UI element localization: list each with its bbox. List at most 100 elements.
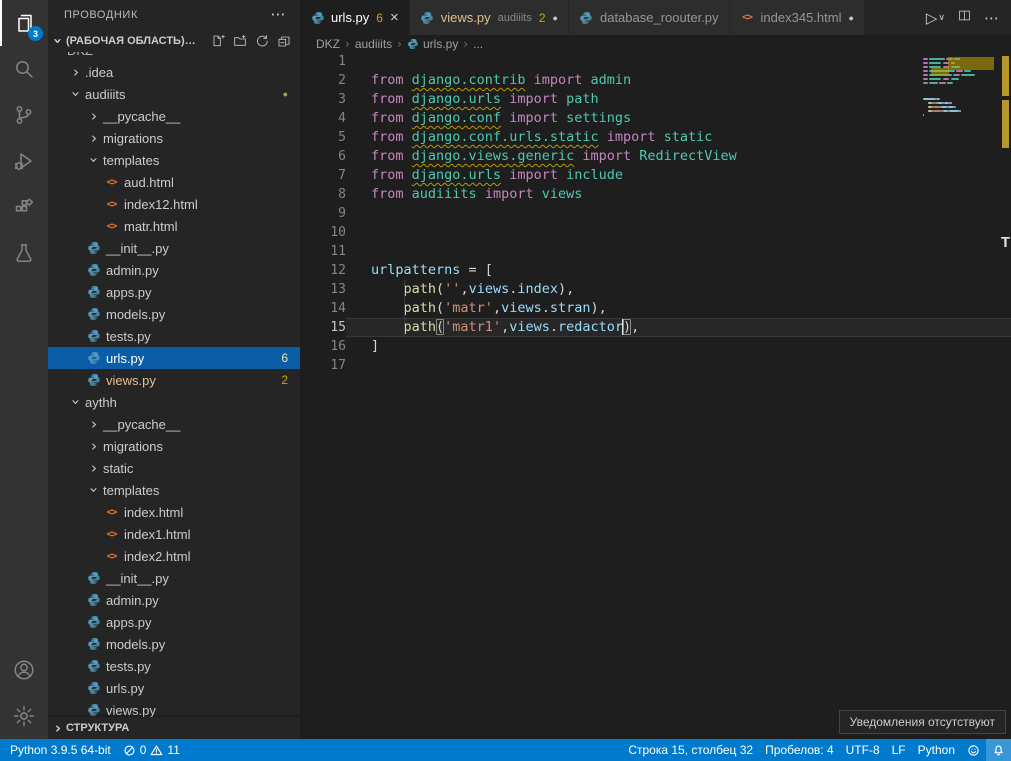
- tree-item-.idea[interactable]: ›.idea: [48, 61, 300, 83]
- refresh-explorer-button[interactable]: [254, 33, 270, 49]
- tree-item-apps.py[interactable]: apps.py: [48, 281, 300, 303]
- tree-item-admin.py[interactable]: admin.py: [48, 589, 300, 611]
- activity-explorer[interactable]: 3: [0, 0, 48, 46]
- tree-item-index.html[interactable]: <>index.html: [48, 501, 300, 523]
- line-content: urlpatterns = [: [346, 261, 1011, 280]
- activity-search[interactable]: [0, 46, 48, 92]
- tree-item-aythh[interactable]: ›aythh: [48, 391, 300, 413]
- tree-item-migrations[interactable]: ›migrations: [48, 127, 300, 149]
- tree-item-views.py[interactable]: views.py: [48, 699, 300, 717]
- code-line-14[interactable]: 14 path('matr',views.stran),: [300, 299, 1011, 318]
- tree-item-models.py[interactable]: models.py: [48, 303, 300, 325]
- tree-item-static[interactable]: ›static: [48, 457, 300, 479]
- code-line-2[interactable]: 2from django.contrib import admin: [300, 71, 1011, 90]
- tab-urls.py[interactable]: urls.py6×: [300, 0, 410, 35]
- code-line-1[interactable]: 1: [300, 52, 1011, 71]
- tree-item-urls.py[interactable]: urls.py6: [48, 347, 300, 369]
- tree-item-apps.py[interactable]: apps.py: [48, 611, 300, 633]
- code-line-7[interactable]: 7from django.urls import include: [300, 166, 1011, 185]
- code-line-15[interactable]: 15 path('matr1',views.redactor),: [300, 318, 1011, 337]
- tree-item-audiiits[interactable]: ›audiiits●: [48, 83, 300, 105]
- new-file-button[interactable]: [210, 33, 226, 49]
- outline-section-header[interactable]: › СТРУКТУРА: [48, 717, 300, 739]
- line-content: [346, 356, 1011, 375]
- status-eol[interactable]: LF: [886, 739, 912, 761]
- code-line-5[interactable]: 5from django.conf.urls.static import sta…: [300, 128, 1011, 147]
- breadcrumb-item-urls.py[interactable]: urls.py: [407, 37, 458, 51]
- tree-item-label: models.py: [106, 307, 165, 322]
- new-folder-button[interactable]: [232, 33, 248, 49]
- tree-item-admin.py[interactable]: admin.py: [48, 259, 300, 281]
- activity-extensions[interactable]: [0, 184, 48, 230]
- tree-item-templates[interactable]: ›templates: [48, 149, 300, 171]
- more-editor-actions-button[interactable]: ⋯: [984, 9, 999, 27]
- scrollbar[interactable]: T: [998, 52, 1011, 739]
- activity-run-and-debug[interactable]: [0, 138, 48, 184]
- code-editor[interactable]: 12from django.contrib import admin3from …: [300, 52, 1011, 739]
- code-line-6[interactable]: 6from django.views.generic import Redire…: [300, 147, 1011, 166]
- beaker-icon: [12, 241, 36, 265]
- code-line-9[interactable]: 9: [300, 204, 1011, 223]
- code-line-17[interactable]: 17: [300, 356, 1011, 375]
- code-line-13[interactable]: 13 path('',views.index),: [300, 280, 1011, 299]
- status-indentation[interactable]: Пробелов: 4: [759, 739, 840, 761]
- status-notifications-bell[interactable]: [986, 739, 1011, 761]
- status-python-interpreter[interactable]: Python 3.9.5 64-bit: [0, 739, 117, 761]
- line-number: 9: [300, 204, 346, 223]
- tree-item-views.py[interactable]: views.py2: [48, 369, 300, 391]
- tree-item-models.py[interactable]: models.py: [48, 633, 300, 655]
- status-problems[interactable]: 011: [117, 739, 186, 761]
- status-language-mode[interactable]: Python: [912, 739, 961, 761]
- code-line-10[interactable]: 10: [300, 223, 1011, 242]
- more-actions-icon[interactable]: ⋯: [270, 10, 286, 20]
- chevron-right-icon: ›: [68, 65, 84, 79]
- python-file-icon: [310, 10, 325, 25]
- close-icon[interactable]: ×: [390, 11, 399, 24]
- tree-item-index1.html[interactable]: <>index1.html: [48, 523, 300, 545]
- activity-testing[interactable]: [0, 230, 48, 276]
- tree-item-__init__.py[interactable]: __init__.py: [48, 237, 300, 259]
- activity-accounts[interactable]: [0, 647, 48, 693]
- workspace-section-header[interactable]: › (РАБОЧАЯ ОБЛАСТЬ) ...: [48, 30, 300, 52]
- code-line-16[interactable]: 16]: [300, 337, 1011, 356]
- code-line-4[interactable]: 4from django.conf import settings: [300, 109, 1011, 128]
- tree-item-DKZ[interactable]: ›DKZ: [48, 52, 300, 61]
- tree-item-__pycache__[interactable]: ›__pycache__: [48, 413, 300, 435]
- tree-item-label: matr.html: [124, 219, 177, 234]
- breadcrumb-item-audiiits[interactable]: audiiits: [355, 37, 392, 51]
- tree-item-__pycache__[interactable]: ›__pycache__: [48, 105, 300, 127]
- python-file-icon: [86, 703, 101, 718]
- tree-item-tests.py[interactable]: tests.py: [48, 325, 300, 347]
- code-line-11[interactable]: 11: [300, 242, 1011, 261]
- code-line-3[interactable]: 3from django.urls import path: [300, 90, 1011, 109]
- run-python-file-button[interactable]: ▷∨: [926, 9, 945, 27]
- breadcrumb-item-...[interactable]: ...: [473, 37, 483, 51]
- tree-item-index2.html[interactable]: <>index2.html: [48, 545, 300, 567]
- tree-item-matr.html[interactable]: <>matr.html: [48, 215, 300, 237]
- code-line-12[interactable]: 12urlpatterns = [: [300, 261, 1011, 280]
- tab-index345.html[interactable]: <>index345.html●: [730, 0, 865, 35]
- status-feedback[interactable]: [961, 739, 986, 761]
- tab-views.py[interactable]: views.pyaudiiits2●: [410, 0, 569, 35]
- chevron-down-icon: ›: [69, 86, 83, 102]
- tree-item-__init__.py[interactable]: __init__.py: [48, 567, 300, 589]
- status-encoding[interactable]: UTF-8: [840, 739, 886, 761]
- minimap[interactable]: [923, 54, 997, 174]
- tree-item-urls.py[interactable]: urls.py: [48, 677, 300, 699]
- tree-item-tests.py[interactable]: tests.py: [48, 655, 300, 677]
- activity-settings[interactable]: [0, 693, 48, 739]
- split-editor-button[interactable]: [957, 8, 972, 28]
- tree-item-index12.html[interactable]: <>index12.html: [48, 193, 300, 215]
- line-number: 13: [300, 280, 346, 299]
- activity-source-control[interactable]: [0, 92, 48, 138]
- status-cursor-position[interactable]: Строка 15, столбец 32: [618, 739, 759, 761]
- breadcrumb-item-DKZ[interactable]: DKZ: [316, 37, 340, 51]
- code-line-8[interactable]: 8from audiiits import views: [300, 185, 1011, 204]
- tab-database_roouter.py[interactable]: database_roouter.py: [569, 0, 730, 35]
- activity-bar: 3: [0, 0, 48, 739]
- tree-item-migrations[interactable]: ›migrations: [48, 435, 300, 457]
- tree-item-aud.html[interactable]: <>aud.html: [48, 171, 300, 193]
- collapse-folders-button[interactable]: [276, 33, 292, 49]
- tree-item-templates[interactable]: ›templates: [48, 479, 300, 501]
- minimap-line: [923, 78, 997, 81]
